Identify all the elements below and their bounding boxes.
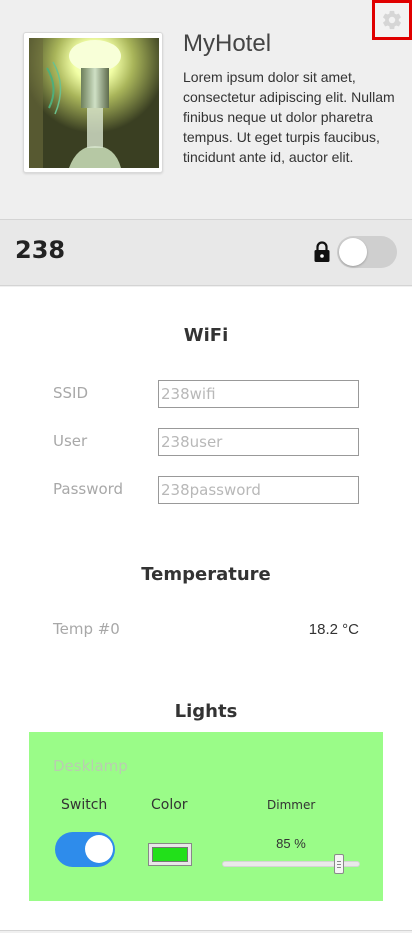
color-swatch-fill	[152, 847, 188, 862]
gear-icon	[383, 10, 401, 30]
light-switch[interactable]	[55, 832, 115, 867]
user-label: User	[53, 432, 88, 450]
password-field[interactable]: 238password	[158, 476, 359, 504]
light-switch-knob	[85, 835, 113, 863]
password-label: Password	[53, 480, 124, 498]
dimmer-slider-thumb[interactable]	[333, 854, 344, 874]
hotel-name: MyHotel	[183, 30, 272, 57]
lock-toggle-knob	[339, 238, 367, 266]
room-number: 238	[15, 236, 66, 264]
dimmer-value: 85 %	[276, 836, 306, 851]
dimmer-slider[interactable]	[222, 854, 360, 874]
room-bar: 238	[0, 219, 412, 286]
color-label: Color	[151, 797, 188, 813]
switch-label: Switch	[61, 797, 108, 813]
room-settings-card: WiFi SSID 238wifi User 238user Password …	[0, 287, 412, 931]
dimmer-label: Dimmer	[267, 798, 316, 812]
light-panel: Desklamp Switch Color Dimmer 85 %	[29, 732, 383, 901]
settings-button[interactable]	[372, 0, 412, 40]
temp-sensor-value: 18.2 °C	[308, 621, 359, 638]
temperature-section-title: Temperature	[141, 564, 271, 585]
hotel-photo-frame	[23, 32, 163, 173]
light-name: Desklamp	[53, 757, 128, 775]
lock-icon	[314, 241, 330, 262]
lock-toggle[interactable]	[337, 236, 397, 268]
hotel-header: MyHotel Lorem ipsum dolor sit amet, cons…	[0, 0, 412, 219]
user-field[interactable]: 238user	[158, 428, 359, 456]
color-picker[interactable]	[148, 843, 192, 866]
ssid-field[interactable]: 238wifi	[158, 380, 359, 408]
hotel-description: Lorem ipsum dolor sit amet, consectetur …	[183, 69, 395, 165]
wifi-section-title: WiFi	[183, 325, 229, 346]
hotel-photo	[29, 38, 159, 168]
temp-sensor-label: Temp #0	[53, 620, 120, 638]
lights-section-title: Lights	[174, 701, 238, 722]
ssid-label: SSID	[53, 384, 89, 402]
